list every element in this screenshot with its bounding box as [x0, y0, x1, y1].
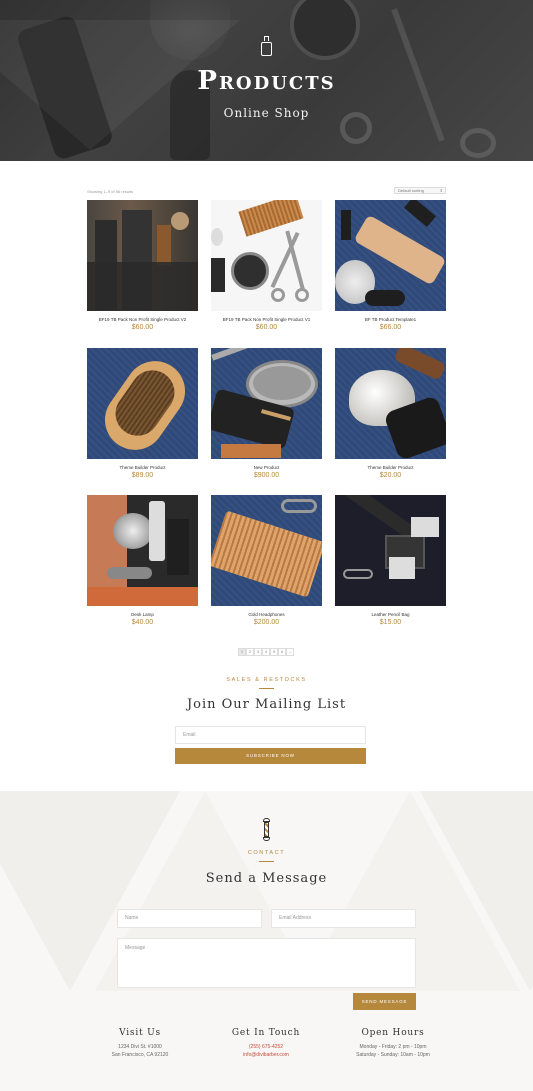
visit-us-heading: Visit Us [119, 1028, 161, 1038]
page-link[interactable]: 1 [238, 648, 246, 656]
product-image[interactable] [87, 495, 198, 606]
product-name[interactable]: Theme Builder Product [335, 465, 446, 470]
product-card[interactable]: BF TB Product Template1 $66.00 [335, 200, 446, 331]
phone-link[interactable]: (255) 675-4252 [206, 1043, 326, 1051]
product-name[interactable]: Desk Lamp [87, 612, 198, 617]
sort-select[interactable]: Default sorting ⇕ [394, 187, 446, 194]
kicker-divider [259, 688, 274, 689]
pagination: 1 2 3 4 5 6 → [238, 648, 294, 656]
product-image[interactable] [87, 200, 198, 311]
product-image[interactable] [87, 348, 198, 459]
product-price: $900.00 [253, 472, 280, 479]
product-image[interactable] [211, 495, 322, 606]
product-name[interactable]: BF19 TB Pack Non Profit Single Product V… [87, 317, 198, 322]
spray-bottle-icon [261, 36, 272, 56]
product-card[interactable]: BF19 TB Pack Non Profit Single Product V… [87, 200, 198, 331]
get-in-touch-column: Get In Touch (255) 675-4252 info@divibar… [206, 1028, 326, 1059]
mailing-title: Join Our Mailing List [186, 697, 347, 712]
contact-title: Send a Message [205, 871, 328, 886]
open-hours-column: Open Hours Monday - Friday: 2 pm - 10pm … [333, 1028, 453, 1059]
contact-kicker: CONTACT [247, 850, 286, 856]
address-line: 1234 Divi St. #1000 [118, 1044, 162, 1050]
product-image[interactable] [211, 200, 322, 311]
next-page-link[interactable]: → [286, 648, 294, 656]
newsletter-email-input[interactable]: Email [175, 726, 366, 744]
page-title: Products [197, 66, 336, 96]
product-price: $15.00 [379, 619, 402, 626]
page-subtitle: Online Shop [223, 106, 310, 120]
hero-banner: Products Online Shop [0, 0, 533, 161]
product-name[interactable]: Gold Headphones [211, 612, 322, 617]
name-field[interactable]: Name [117, 909, 262, 928]
product-name[interactable]: BF19 TB Pack Non Profit Single Product V… [211, 317, 322, 322]
product-price: $60.00 [131, 324, 154, 331]
product-image[interactable] [335, 495, 446, 606]
product-card[interactable]: Theme Builder Product $89.00 [87, 348, 198, 479]
product-name[interactable]: Leather Pencil Bag [335, 612, 446, 617]
page-link[interactable]: 5 [270, 648, 278, 656]
page-link[interactable]: 3 [254, 648, 262, 656]
barber-pole-icon [262, 818, 271, 842]
product-name[interactable]: New Product [211, 465, 322, 470]
product-price: $20.00 [379, 472, 402, 479]
send-message-button[interactable]: SEND MESSAGE [353, 993, 416, 1010]
product-price: $40.00 [131, 619, 154, 626]
address-line: San Francisco, CA 92120 [111, 1052, 169, 1058]
product-image[interactable] [211, 348, 322, 459]
product-price: $60.00 [255, 324, 278, 331]
product-price: $200.00 [253, 619, 280, 626]
product-card[interactable]: Theme Builder Product $20.00 [335, 348, 446, 479]
product-price: $89.00 [131, 472, 154, 479]
visit-us-column: Visit Us 1234 Divi St. #1000 San Francis… [80, 1028, 200, 1059]
page-link[interactable]: 6 [278, 648, 286, 656]
product-card[interactable]: Gold Headphones $200.00 [211, 495, 322, 626]
result-count: Showing 1–9 of 56 results [87, 189, 134, 194]
get-in-touch-heading: Get In Touch [231, 1028, 301, 1038]
product-card[interactable]: New Product $900.00 [211, 348, 322, 479]
message-field[interactable]: Message [117, 938, 416, 988]
product-image[interactable] [335, 200, 446, 311]
chevron-down-icon: ⇕ [439, 188, 443, 193]
product-name[interactable]: Theme Builder Product [87, 465, 198, 470]
product-name[interactable]: BF TB Product Template1 [335, 317, 446, 322]
subscribe-button[interactable]: SUBSCRIBE NOW [175, 748, 366, 764]
kicker-divider [259, 861, 274, 862]
mailing-kicker: SALES & RESTOCKS [226, 677, 307, 683]
email-link[interactable]: info@divibarber.com [206, 1051, 326, 1059]
sort-select-value: Default sorting [398, 188, 424, 193]
product-card[interactable]: Leather Pencil Bag $15.00 [335, 495, 446, 626]
product-image[interactable] [335, 348, 446, 459]
email-field[interactable]: Email Address [271, 909, 416, 928]
product-card[interactable]: Desk Lamp $40.00 [87, 495, 198, 626]
product-card[interactable]: BF19 TB Pack Non Profit Single Product V… [211, 200, 322, 331]
product-price: $66.00 [379, 324, 402, 331]
hours-line: Saturday - Sunday: 10am - 10pm [356, 1052, 430, 1058]
open-hours-heading: Open Hours [361, 1028, 425, 1038]
page-link[interactable]: 2 [246, 648, 254, 656]
hours-line: Monday - Friday: 2 pm - 10pm [359, 1044, 427, 1050]
page-link[interactable]: 4 [262, 648, 270, 656]
